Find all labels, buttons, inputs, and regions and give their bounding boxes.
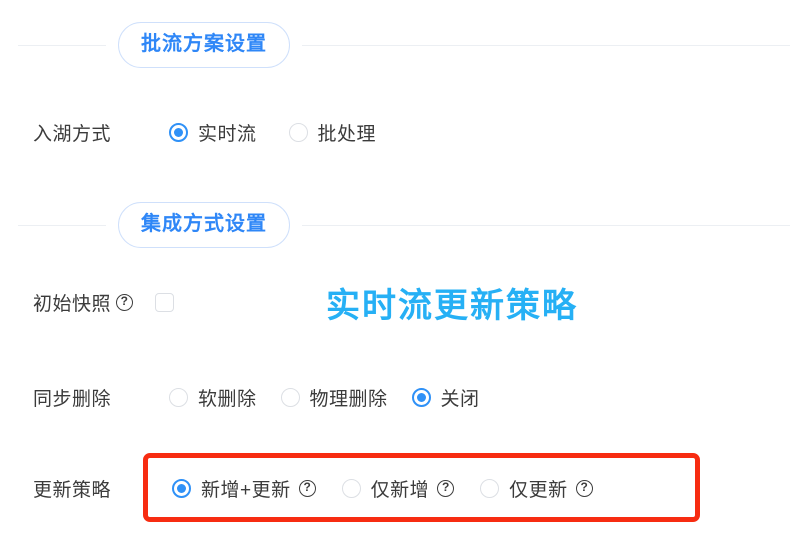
- radio-icon-shishiliu[interactable]: [169, 122, 188, 142]
- radio-icon-jin-gengxin[interactable]: [480, 478, 500, 498]
- section-divider-left-2: [18, 224, 106, 226]
- row-label-tongbu-shanchu: 同步删除: [33, 388, 112, 410]
- radio-icon-wuli-shanchu[interactable]: [280, 387, 300, 407]
- help-circle-icon-xinzeng-gengxin[interactable]: ?: [298, 479, 316, 497]
- form-row-tongbu-shanchu: 同步删除 软删除 物理删除 关闭: [0, 375, 790, 419]
- radio-label-ruan-shanchu: 软删除: [198, 388, 257, 410]
- radio-option-wuli-shanchu[interactable]: 物理删除: [280, 384, 388, 411]
- row-controls-tongbu-shanchu: 软删除 物理删除 关闭: [133, 384, 790, 411]
- section-header-integration-mode: 集成方式设置: [0, 202, 790, 248]
- annotation-text-realtime-update-policy: 实时流更新策略: [326, 287, 578, 325]
- section-header-batch-stream: 批流方案设置: [0, 22, 790, 68]
- form-row-gengxin-celve: 更新策略 新增+更新 ? 仅新增 ? 仅更新 ?: [0, 466, 790, 510]
- row-label-gengxin-celve: 更新策略: [33, 479, 112, 501]
- row-controls-gengxin-celve: 新增+更新 ? 仅新增 ? 仅更新 ?: [133, 475, 790, 502]
- section-title-pill-batch-stream: 批流方案设置: [118, 22, 290, 68]
- radio-icon-ruan-shanchu[interactable]: [169, 387, 188, 407]
- section-divider-right-2: [302, 224, 790, 226]
- radio-icon-pichuli[interactable]: [288, 122, 308, 142]
- section-divider-right: [302, 44, 790, 46]
- radio-label-jin-xinzeng: 仅新增: [370, 479, 430, 501]
- form-row-ruhu-fangshi: 入湖方式 实时流 批处理: [0, 110, 790, 154]
- radio-option-guanbi[interactable]: 关闭: [411, 384, 480, 411]
- row-label-ruhu-fangshi: 入湖方式: [33, 123, 112, 145]
- help-circle-icon-chushi-kuaizhao[interactable]: ?: [116, 293, 134, 311]
- radio-option-jin-gengxin[interactable]: 仅更新 ?: [480, 475, 593, 502]
- radio-icon-guanbi[interactable]: [411, 387, 431, 407]
- radio-label-jin-gengxin: 仅更新: [509, 479, 568, 501]
- radio-option-pichuli[interactable]: 批处理: [288, 119, 377, 146]
- radio-option-jin-xinzeng[interactable]: 仅新增 ?: [341, 475, 455, 502]
- checkbox-chushi-kuaizhao[interactable]: [155, 292, 174, 312]
- help-circle-icon-jin-xinzeng[interactable]: ?: [437, 479, 455, 497]
- section-divider-left: [18, 44, 106, 46]
- radio-option-ruan-shanchu[interactable]: 软删除: [169, 384, 257, 411]
- help-circle-icon-jin-gengxin[interactable]: ?: [575, 479, 593, 497]
- radio-icon-xinzeng-gengxin[interactable]: [172, 478, 191, 498]
- radio-label-pichuli: 批处理: [317, 123, 377, 145]
- row-label-text-chushi-kuaizhao: 初始快照: [33, 293, 112, 315]
- radio-option-xinzeng-gengxin[interactable]: 新增+更新 ?: [172, 475, 316, 502]
- radio-label-shishiliu: 实时流: [198, 123, 257, 145]
- radio-option-shishiliu[interactable]: 实时流: [169, 119, 257, 146]
- row-controls-ruhu-fangshi: 实时流 批处理: [133, 119, 790, 146]
- row-label-chushi-kuaizhao: 初始快照 ?: [33, 289, 151, 316]
- settings-form-page: 批流方案设置 入湖方式 实时流 批处理 集成方式设置 初始快照 ? 实时流更新策…: [0, 0, 790, 549]
- radio-label-guanbi: 关闭: [440, 388, 480, 410]
- radio-label-wuli-shanchu: 物理删除: [309, 388, 388, 410]
- radio-label-xinzeng-gengxin: 新增+更新: [201, 479, 291, 501]
- radio-icon-jin-xinzeng[interactable]: [341, 478, 361, 498]
- section-title-pill-integration-mode: 集成方式设置: [118, 202, 290, 248]
